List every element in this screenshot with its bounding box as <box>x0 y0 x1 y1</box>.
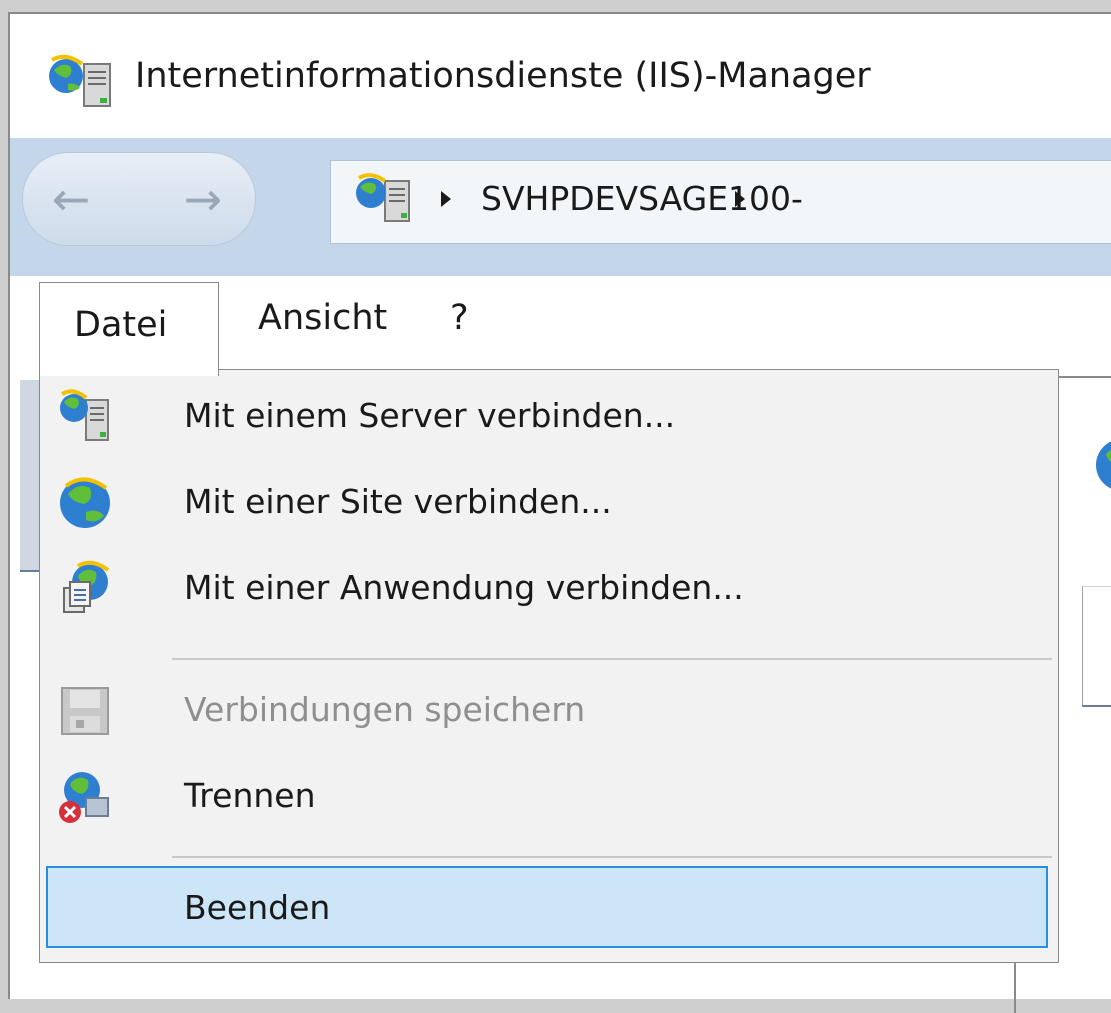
title-bar: Internetinformationsdienste (IIS)-Manage… <box>10 14 1111 138</box>
disconnect-icon <box>59 772 109 823</box>
menu-separator <box>172 856 1052 858</box>
menu-item-connect-site[interactable]: Mit einer Site verbinden... <box>42 462 1046 544</box>
menu-item-connect-server[interactable]: Mit einem Server verbinden... <box>42 376 1046 458</box>
breadcrumb-arrow-icon[interactable] <box>441 191 451 207</box>
menu-item-save-connections: Verbindungen speichern <box>42 670 1046 752</box>
menu-help[interactable]: ? <box>450 298 469 338</box>
menu-item-label: Trennen <box>184 776 316 815</box>
navigation-bar: ← → SVHPDEVSAGE100- <box>10 138 1111 276</box>
floppy-disk-icon <box>61 687 109 735</box>
back-arrow-icon[interactable]: ← <box>41 171 101 227</box>
content-panel-box <box>1082 586 1111 707</box>
server-icon <box>356 173 410 222</box>
menu-item-label: Beenden <box>184 888 331 927</box>
datei-dropdown-menu: Mit einem Server verbinden... Mit einer … <box>39 369 1059 963</box>
nav-button-group: ← → <box>22 152 256 246</box>
breadcrumb-arrow-icon[interactable] <box>735 191 745 207</box>
menu-datei-label: Datei <box>74 305 168 345</box>
server-connect-icon <box>60 389 109 441</box>
menu-item-label: Mit einer Site verbinden... <box>184 482 612 521</box>
menu-item-connect-application[interactable]: Mit einer Anwendung verbinden... <box>42 548 1046 630</box>
application-globe-icon <box>63 560 110 613</box>
menu-ansicht[interactable]: Ansicht <box>258 298 387 338</box>
forward-arrow-icon[interactable]: → <box>173 171 233 227</box>
globe-icon <box>60 477 110 528</box>
menu-item-label: Mit einem Server verbinden... <box>184 396 676 435</box>
menu-item-exit[interactable]: Beenden <box>46 866 1048 948</box>
menu-item-label: Verbindungen speichern <box>184 690 586 729</box>
menu-item-label: Mit einer Anwendung verbinden... <box>184 568 744 607</box>
address-bar[interactable]: SVHPDEVSAGE100- <box>330 160 1111 244</box>
menu-bar: Datei Ansicht ? <box>10 276 1111 376</box>
globe-icon <box>1096 441 1111 489</box>
iis-manager-window: Internetinformationsdienste (IIS)-Manage… <box>8 12 1111 1013</box>
menu-datei[interactable]: Datei <box>39 282 219 376</box>
window-title: Internetinformationsdienste (IIS)-Manage… <box>135 56 871 96</box>
menu-separator <box>172 658 1052 660</box>
iis-manager-app-icon <box>49 54 111 107</box>
menu-item-disconnect[interactable]: Trennen <box>42 756 1046 838</box>
breadcrumb-server[interactable]: SVHPDEVSAGE100- <box>481 179 803 218</box>
